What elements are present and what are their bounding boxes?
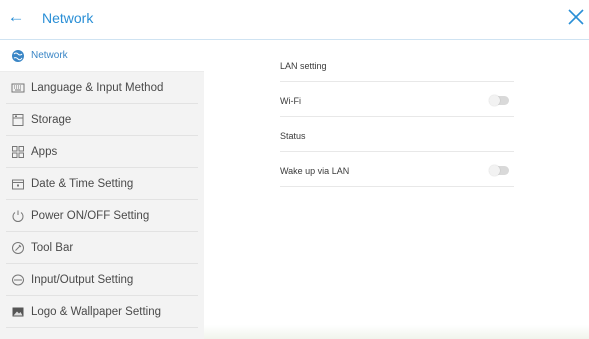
sidebar-item-tool-bar[interactable]: Tool Bar: [6, 232, 198, 264]
row-label: LAN setting: [280, 60, 327, 71]
globe-icon: [11, 49, 25, 63]
sidebar-item-label: Input/Output Setting: [31, 273, 134, 286]
sidebar-item-logo-wallpaper[interactable]: Logo & Wallpaper Setting: [6, 296, 198, 328]
sidebar-item-label: Network: [31, 50, 68, 61]
image-icon: [11, 305, 25, 319]
bottom-fade: [204, 325, 589, 339]
apps-grid-icon: [11, 145, 25, 159]
wifi-row[interactable]: Wi-Fi: [280, 85, 514, 117]
settings-content: LAN setting Wi-Fi Status Wake up via LAN: [204, 40, 589, 339]
power-icon: [11, 209, 25, 223]
sidebar-item-network[interactable]: Network: [0, 40, 204, 72]
sidebar-item-date-time[interactable]: Date & Time Setting: [6, 168, 198, 200]
toggle-knob: [489, 95, 500, 106]
sidebar-item-input-output[interactable]: Input/Output Setting: [6, 264, 198, 296]
row-label: Status: [280, 130, 306, 141]
sidebar-item-label: Language & Input Method: [31, 81, 164, 94]
back-arrow-icon[interactable]: ←: [6, 7, 26, 27]
sidebar-item-label: Storage: [31, 113, 72, 126]
input-output-icon: [11, 273, 25, 287]
sidebar-item-apps[interactable]: Apps: [6, 136, 198, 168]
sidebar-item-label: Tool Bar: [31, 241, 74, 254]
wake-on-lan-row[interactable]: Wake up via LAN: [280, 155, 514, 187]
wifi-toggle[interactable]: [489, 95, 509, 106]
keyboard-icon: [11, 81, 25, 95]
lan-setting-row[interactable]: LAN setting: [280, 50, 514, 82]
sidebar-item-power[interactable]: Power ON/OFF Setting: [6, 200, 198, 232]
status-row[interactable]: Status: [280, 120, 514, 152]
row-label: Wi-Fi: [280, 95, 301, 106]
sidebar-item-label: Apps: [31, 145, 58, 158]
row-label: Wake up via LAN: [280, 165, 350, 176]
wake-on-lan-toggle[interactable]: [489, 165, 509, 176]
title-bar: ← Network: [0, 0, 589, 40]
sidebar-item-label: Power ON/OFF Setting: [31, 209, 150, 222]
sidebar-item-language-input[interactable]: Language & Input Method: [6, 72, 198, 104]
toolbar-icon: [11, 241, 25, 255]
toggle-knob: [489, 165, 500, 176]
settings-sidebar: Network Language & Input Method Storage: [0, 40, 204, 339]
sidebar-item-label: Date & Time Setting: [31, 177, 134, 190]
storage-icon: [11, 113, 25, 127]
sidebar-item-storage[interactable]: Storage: [6, 104, 198, 136]
sidebar-item-label: Logo & Wallpaper Setting: [31, 305, 161, 318]
calendar-icon: [11, 177, 25, 191]
page-title: Network: [42, 10, 94, 26]
close-icon[interactable]: [565, 6, 587, 28]
